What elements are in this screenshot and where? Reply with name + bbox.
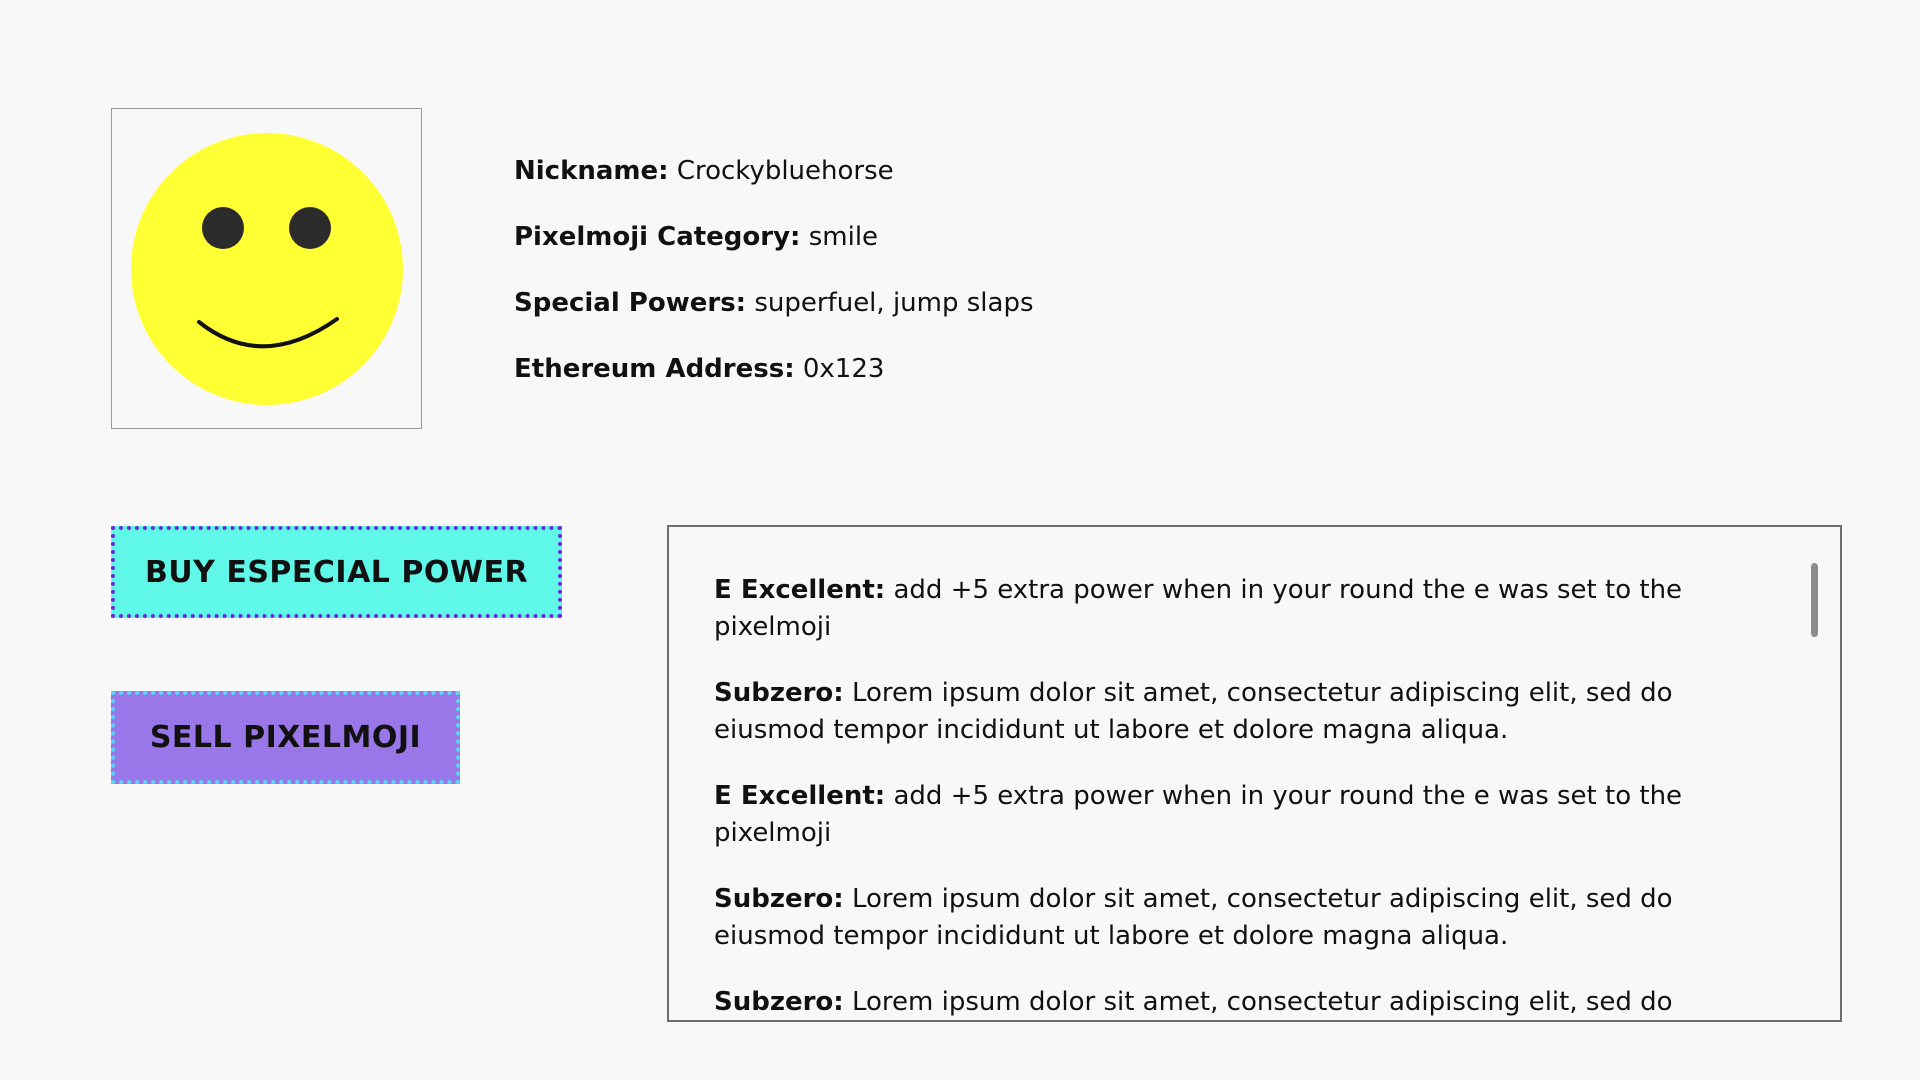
special-powers-row: Special Powers: superfuel, jump slaps	[514, 283, 1034, 323]
face-circle	[131, 133, 403, 405]
special-powers-label: Special Powers:	[514, 288, 747, 318]
powers-list: E Excellent: add +5 extra power when in …	[714, 572, 1774, 1020]
power-description: Lorem ipsum dolor sit amet, consectetur …	[714, 884, 1673, 951]
smiley-face-icon	[131, 133, 403, 405]
power-name: E Excellent:	[714, 781, 886, 811]
nickname-label: Nickname:	[514, 156, 669, 186]
nickname-value: Crockybluehorse	[676, 156, 894, 186]
special-powers-value: superfuel, jump slaps	[754, 288, 1034, 318]
buy-special-power-button[interactable]: BUY ESPECIAL POWER	[111, 526, 562, 618]
sell-pixelmoji-button[interactable]: SELL PIXELMOJI	[111, 691, 460, 784]
power-item: E Excellent: add +5 extra power when in …	[714, 778, 1774, 852]
scrollbar-thumb[interactable]	[1811, 563, 1818, 637]
profile-info: Nickname: Crockybluehorse Pixelmoji Cate…	[514, 151, 1034, 415]
category-value: smile	[808, 222, 879, 252]
power-name: Subzero:	[714, 678, 844, 708]
ethereum-address-value: 0x123	[802, 354, 885, 384]
category-row: Pixelmoji Category: smile	[514, 217, 1034, 257]
avatar-frame	[111, 108, 422, 429]
left-eye	[202, 207, 244, 249]
power-name: E Excellent:	[714, 575, 886, 605]
powers-list-panel[interactable]: E Excellent: add +5 extra power when in …	[667, 525, 1842, 1022]
ethereum-address-label: Ethereum Address:	[514, 354, 795, 384]
power-item: E Excellent: add +5 extra power when in …	[714, 572, 1774, 646]
power-description: Lorem ipsum dolor sit amet, consectetur …	[851, 987, 1673, 1017]
nickname-row: Nickname: Crockybluehorse	[514, 151, 1034, 191]
power-item: Subzero: Lorem ipsum dolor sit amet, con…	[714, 881, 1774, 955]
power-item: Subzero: Lorem ipsum dolor sit amet, con…	[714, 984, 1774, 1020]
power-description: Lorem ipsum dolor sit amet, consectetur …	[714, 678, 1673, 745]
right-eye	[289, 207, 331, 249]
power-item: Subzero: Lorem ipsum dolor sit amet, con…	[714, 675, 1774, 749]
power-name: Subzero:	[714, 884, 844, 914]
ethereum-address-row: Ethereum Address: 0x123	[514, 349, 1034, 389]
category-label: Pixelmoji Category:	[514, 222, 801, 252]
power-name: Subzero:	[714, 987, 844, 1017]
